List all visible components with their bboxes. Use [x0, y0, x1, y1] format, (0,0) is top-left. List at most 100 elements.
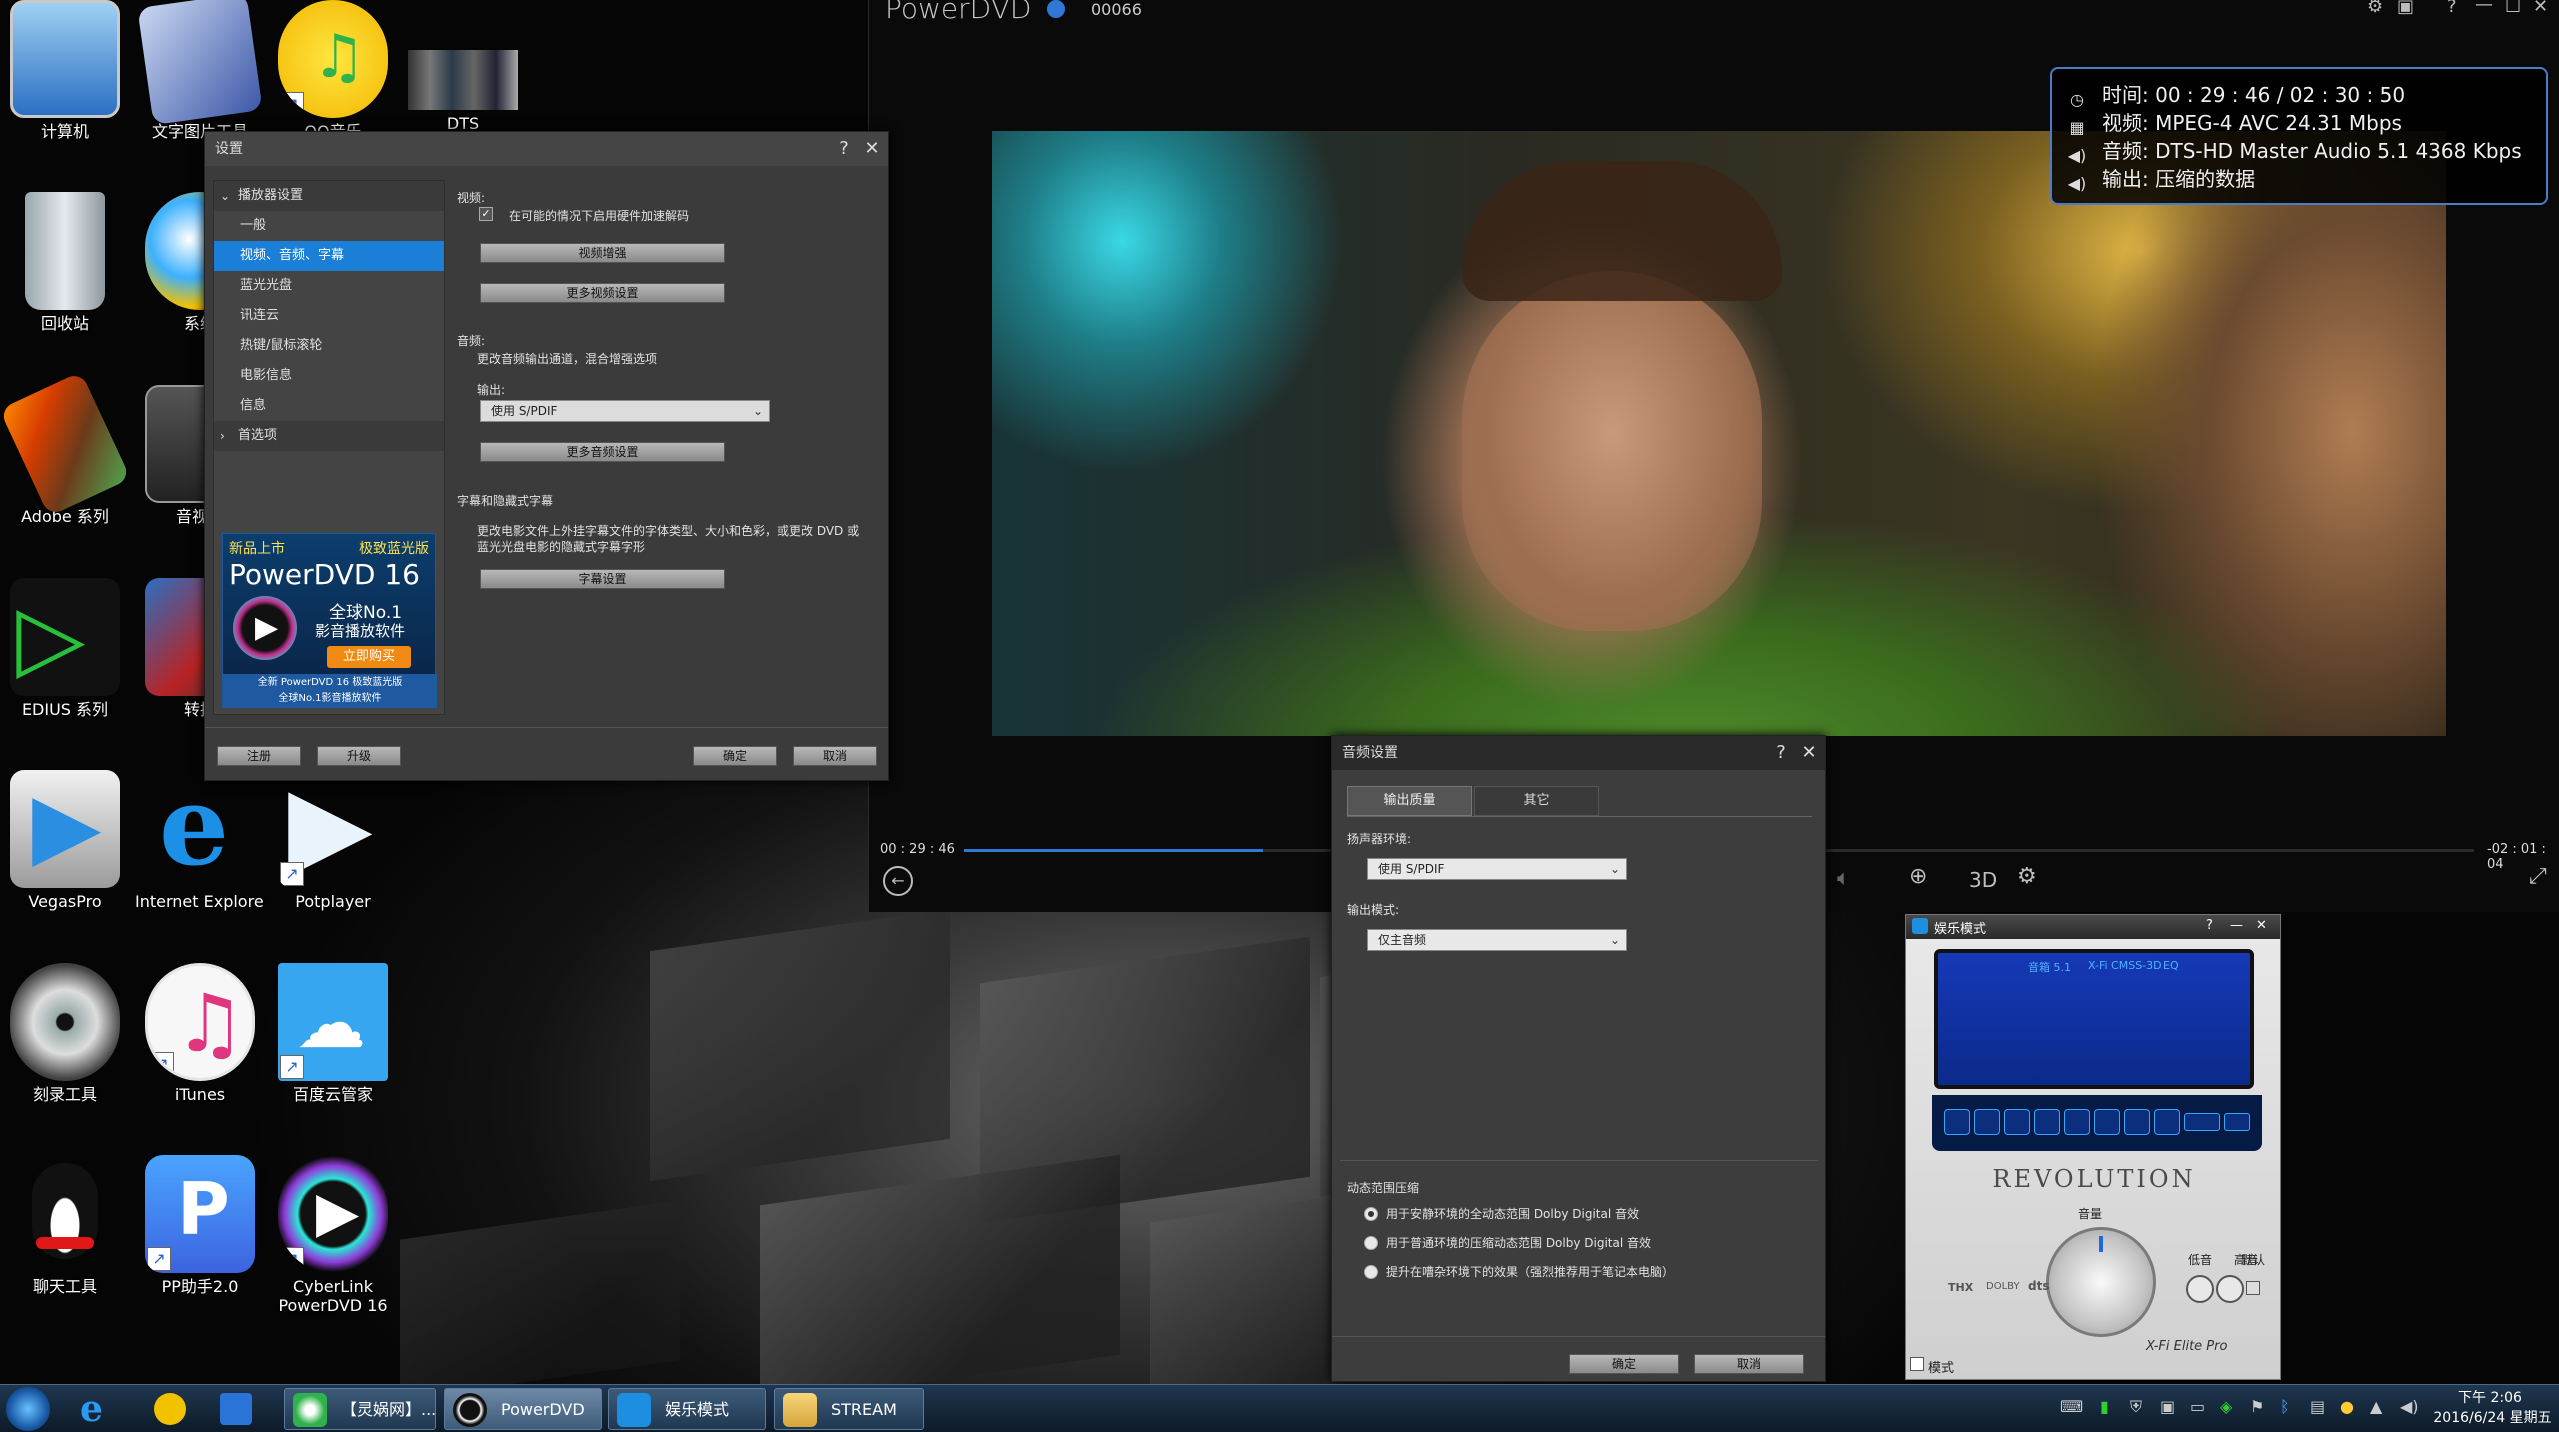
treble-knob[interactable]: [2216, 1275, 2244, 1303]
tray-volume-icon[interactable]: ◀): [2400, 1397, 2419, 1416]
start-button-icon[interactable]: [6, 1387, 50, 1431]
tray-date[interactable]: 2016/6/24 星期五: [2430, 1408, 2555, 1428]
powerdvd-ad-banner[interactable]: 新品上市 极致蓝光版 PowerDVD 16 ▶ 全球No.1 影音播放软件 立…: [222, 533, 437, 708]
feature-headphone-icon[interactable]: [1974, 1109, 2000, 1135]
nav-item-1[interactable]: 一般: [214, 211, 444, 241]
tray-app-icon[interactable]: ▣: [2160, 1397, 2175, 1416]
feature-settings-icon[interactable]: [2154, 1109, 2180, 1135]
cancel-button[interactable]: 取消: [793, 746, 877, 766]
maximize-icon[interactable]: ☐: [2505, 0, 2521, 17]
minimize-icon[interactable]: —: [2230, 918, 2243, 933]
feature-dolby-icon[interactable]: [2184, 1113, 2220, 1131]
task-browser[interactable]: 【灵娲网】...: [284, 1388, 436, 1430]
mode-toggle-icon[interactable]: [1910, 1357, 1924, 1371]
nav-item-4[interactable]: 讯连云: [214, 301, 444, 331]
desktop-icon-computer[interactable]: 计算机: [0, 0, 130, 190]
cyberlink-cloud-icon[interactable]: [1047, 0, 1065, 18]
tray-wifi-icon[interactable]: ▲: [2370, 1397, 2382, 1416]
drc-option-1[interactable]: 用于普通环境的压缩动态范围 Dolby Digital 音效: [1364, 1232, 1651, 1252]
close-icon[interactable]: ✕: [2256, 918, 2267, 933]
drc-option-0[interactable]: 用于安静环境的全动态范围 Dolby Digital 音效: [1364, 1203, 1639, 1223]
audio-ok-button[interactable]: 确定: [1569, 1354, 1679, 1374]
nav-item-8[interactable]: › 首选项: [214, 421, 444, 451]
output-mode-select[interactable]: 仅主音频 ⌄: [1367, 929, 1627, 951]
tray-monitor-icon[interactable]: ▤: [2310, 1397, 2325, 1416]
subtitle-settings-button[interactable]: 字幕设置: [480, 569, 725, 589]
feature-svm-icon[interactable]: [2094, 1109, 2120, 1135]
audio-cancel-button[interactable]: 取消: [1694, 1354, 1804, 1374]
register-button[interactable]: 注册: [217, 746, 301, 766]
help-icon[interactable]: ?: [830, 132, 858, 166]
nav-item-0[interactable]: ⌄ 播放器设置: [214, 181, 444, 211]
help-icon[interactable]: ?: [2447, 0, 2457, 17]
tray-time[interactable]: 下午 2:06: [2440, 1388, 2540, 1408]
nav-item-7[interactable]: 信息: [214, 391, 444, 421]
drc-option-2[interactable]: 提升在嘈杂环境下的效果（强烈推荐用于笔记本电脑）: [1364, 1261, 1674, 1281]
radio-button[interactable]: [1364, 1235, 1378, 1250]
minimize-icon[interactable]: —: [2475, 0, 2493, 15]
speaker-environment-select[interactable]: 使用 S/PDIF ⌄: [1367, 858, 1627, 880]
tray-security-icon[interactable]: ⛨: [2130, 1397, 2142, 1417]
back-arrow-icon[interactable]: ←: [883, 866, 913, 896]
pinned-app-icon[interactable]: [220, 1393, 252, 1425]
tab-output-quality[interactable]: 输出质量: [1347, 786, 1472, 816]
video-frame[interactable]: [992, 131, 2446, 736]
desktop-icon-itunes[interactable]: ♫ ↗ iTunes: [135, 963, 265, 1153]
feature-cmss-icon[interactable]: [2064, 1109, 2090, 1135]
desktop-icon-pp-assistant[interactable]: P ↗ PP助手2.0: [135, 1155, 265, 1345]
more-audio-settings-button[interactable]: 更多音频设置: [480, 442, 725, 462]
close-icon[interactable]: ✕: [858, 132, 886, 166]
feature-speaker-icon[interactable]: [1944, 1109, 1970, 1135]
ok-button[interactable]: 确定: [693, 746, 777, 766]
desktop-icon-recycle-bin[interactable]: 回收站: [0, 192, 130, 382]
hw-accel-checkbox[interactable]: ✓: [479, 207, 493, 221]
task-powerdvd[interactable]: PowerDVD: [444, 1388, 602, 1430]
tray-keyboard-icon[interactable]: ⌨: [2060, 1397, 2083, 1416]
nav-item-5[interactable]: 热键/鼠标滚轮: [214, 331, 444, 361]
more-video-settings-button[interactable]: 更多视频设置: [480, 283, 725, 303]
tray-display-icon[interactable]: ▭: [2190, 1397, 2205, 1416]
tab-other[interactable]: 其它: [1474, 786, 1599, 816]
help-icon[interactable]: ?: [2206, 918, 2213, 933]
default-button[interactable]: [2246, 1281, 2260, 1295]
ad-buy-button[interactable]: 立即购买: [327, 646, 411, 668]
desktop-icon-edius-series[interactable]: ▷ EDIUS 系列: [0, 578, 130, 768]
fullscreen-icon[interactable]: ⤢: [2529, 864, 2547, 889]
feature-eq-icon[interactable]: [2004, 1109, 2030, 1135]
volume-icon[interactable]: 🔈︎: [1837, 866, 1850, 891]
close-icon[interactable]: ✕: [1795, 736, 1823, 770]
desktop-icon-burn-tools[interactable]: 刻录工具: [0, 963, 130, 1153]
chevron-down-icon[interactable]: ⌄: [220, 181, 230, 211]
mini-mode-icon[interactable]: ▣: [2397, 0, 2414, 17]
settings-gear-icon[interactable]: ⚙: [2367, 0, 2383, 17]
nav-item-6[interactable]: 电影信息: [214, 361, 444, 391]
audio-output-select[interactable]: 使用 S/PDIF ⌄: [480, 400, 770, 422]
feature-dts-icon[interactable]: [2224, 1113, 2250, 1131]
desktop-icon-adobe-series[interactable]: Adobe 系列: [0, 371, 131, 575]
effects-settings-icon[interactable]: ⚙: [2017, 864, 2037, 889]
bass-knob[interactable]: [2186, 1275, 2214, 1303]
volume-knob[interactable]: [2046, 1227, 2156, 1337]
tray-qq-icon[interactable]: ●: [2340, 1397, 2354, 1416]
radio-button[interactable]: [1364, 1206, 1378, 1221]
close-icon[interactable]: ✕: [2533, 0, 2548, 17]
feature-3d-icon[interactable]: [2034, 1109, 2060, 1135]
radio-button[interactable]: [1364, 1264, 1378, 1279]
nav-item-2[interactable]: 视频、音频、字幕: [214, 241, 444, 271]
desktop-icon-internet-explorer[interactable]: e Internet Explorer: [135, 770, 265, 960]
tray-bluetooth-icon[interactable]: ᛒ: [2280, 1397, 2290, 1416]
pinned-qqmusic-icon[interactable]: [154, 1393, 186, 1425]
nav-item-3[interactable]: 蓝光光盘: [214, 271, 444, 301]
upgrade-button[interactable]: 升级: [317, 746, 401, 766]
desktop-icon-vegaspro[interactable]: ▶ VegasPro: [0, 770, 130, 960]
tray-battery-icon[interactable]: ▮: [2100, 1397, 2109, 1416]
tray-network-icon[interactable]: ◈: [2220, 1397, 2232, 1416]
tray-flag-icon[interactable]: ⚑: [2250, 1397, 2264, 1416]
desktop-icon-baidu-cloud[interactable]: ☁ ↗ 百度云管家: [268, 963, 398, 1153]
chevron-right-icon[interactable]: ›: [220, 421, 225, 451]
zoom-icon[interactable]: ⊕: [1909, 864, 1927, 889]
feature-mixer-icon[interactable]: [2124, 1109, 2150, 1135]
3d-button[interactable]: 3D: [1969, 868, 1997, 892]
help-icon[interactable]: ?: [1767, 736, 1795, 770]
video-enhance-button[interactable]: 视频增强: [480, 243, 725, 263]
